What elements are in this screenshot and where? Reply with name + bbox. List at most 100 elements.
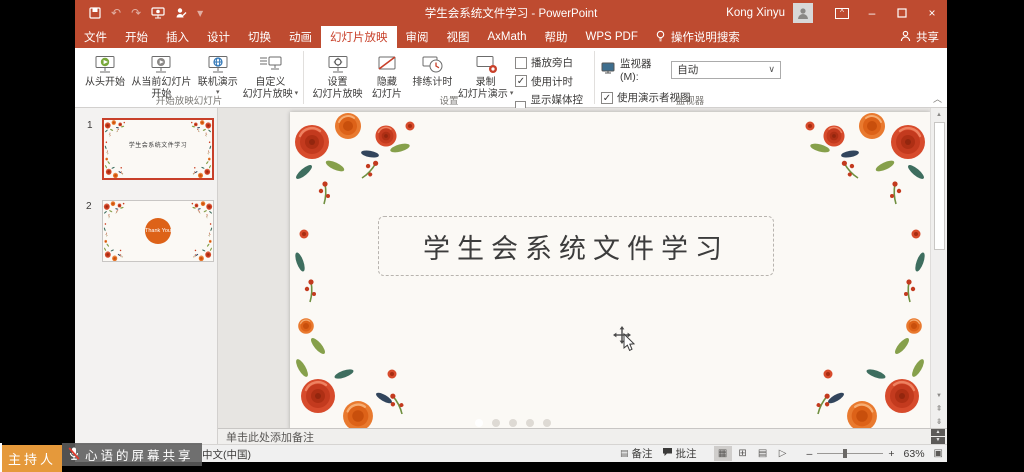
tell-me-search[interactable]: 操作说明搜索	[647, 26, 748, 48]
start-slideshow-icon[interactable]	[151, 7, 165, 19]
dot	[509, 419, 517, 427]
chevron-down-icon: ∨	[768, 64, 775, 75]
group-setup: 设置 幻灯片放映 隐藏 幻灯片 排练计时 录制	[304, 48, 594, 107]
title-bar: ↶ ↷ ▾ 学生会系统文件学习 - PowerPoint Kong Xinyu …	[75, 0, 947, 26]
group-monitors: 监视器(M): 自动 ∨ ✓ 使用演示者视图 监视器	[595, 48, 785, 107]
zoom-slider-thumb[interactable]	[843, 449, 847, 458]
zoom-level[interactable]: 63%	[904, 448, 925, 460]
slide-number: 1	[87, 120, 93, 131]
slide-editor[interactable]: 学生会系统文件学习	[290, 112, 930, 430]
notes-scroll-down-icon[interactable]: ▼	[931, 437, 945, 444]
notes-toggle[interactable]: ▤ 备注	[620, 446, 653, 461]
tab-review[interactable]: 审阅	[397, 26, 438, 48]
tab-view[interactable]: 视图	[438, 26, 479, 48]
present-online-button[interactable]: 联机演示 ▾	[194, 50, 242, 97]
dot-active	[475, 419, 483, 427]
slide-thumbnail-2[interactable]: 2 Thank You	[102, 200, 214, 262]
powerpoint-window: ↶ ↷ ▾ 学生会系统文件学习 - PowerPoint Kong Xinyu …	[75, 0, 947, 462]
account-name[interactable]: Kong Xinyu	[726, 7, 785, 19]
slide-thumbnail-panel: 1 学生会系统文件学习 2 Thank You	[75, 108, 218, 444]
tab-wps-pdf[interactable]: WPS PDF	[577, 26, 647, 48]
slide-number: 2	[86, 201, 92, 212]
redo-icon[interactable]: ↷	[131, 6, 141, 20]
previous-slide-button[interactable]: ⇞	[936, 402, 943, 415]
tab-file[interactable]: 文件	[75, 26, 116, 48]
comments-icon	[662, 447, 673, 460]
workspace: 1 学生会系统文件学习 2 Thank You 学生会系统文件学习	[75, 108, 947, 428]
scroll-up-icon[interactable]: ▲	[931, 108, 947, 122]
zoom-slider[interactable]	[817, 453, 883, 454]
scrollbar-thumb[interactable]	[934, 122, 945, 250]
tab-design[interactable]: 设计	[198, 26, 239, 48]
zoom-out-button[interactable]: –	[807, 448, 813, 460]
share-icon	[900, 30, 911, 45]
checkbox-unchecked-icon	[515, 57, 527, 69]
lightbulb-icon	[655, 30, 666, 45]
play-from-current-icon	[149, 53, 173, 77]
slide-title-textbox[interactable]: 学生会系统文件学习	[378, 216, 774, 276]
slideshow-view-button[interactable]: ▷	[774, 446, 792, 461]
slide1-floral-art	[104, 120, 212, 178]
ribbon-display-options-icon: ^	[835, 8, 849, 19]
tab-slideshow[interactable]: 幻灯片放映	[321, 26, 397, 48]
share-banner-text: 心语的屏幕共享	[85, 445, 194, 464]
checkbox-checked-icon: ✓	[515, 75, 527, 87]
quick-access-toolbar: ↶ ↷ ▾	[75, 6, 203, 20]
custom-slideshow-icon	[258, 53, 282, 77]
notes-scroll-up-icon[interactable]: ▲	[931, 429, 945, 436]
minimize-button[interactable]: –	[857, 0, 887, 26]
fit-slide-to-window-button[interactable]: ▣	[934, 448, 943, 459]
tab-axmath[interactable]: AxMath	[479, 26, 536, 48]
microphone-muted-icon	[67, 446, 81, 464]
slide1-thumbnail-title: 学生会系统文件学习	[123, 140, 192, 149]
zoom-in-button[interactable]: +	[888, 448, 894, 460]
host-badge: 主持人	[2, 445, 62, 472]
mouse-move-cursor	[612, 326, 642, 356]
undo-icon[interactable]: ↶	[111, 6, 121, 20]
qat-customize-icon[interactable]: ▾	[197, 6, 203, 20]
next-slide-button[interactable]: ⇟	[936, 415, 943, 428]
avatar[interactable]	[793, 3, 813, 23]
comments-toggle[interactable]: 批注	[662, 446, 697, 461]
normal-view-button[interactable]: ▦	[714, 446, 732, 461]
notes-icon: ▤	[620, 448, 629, 459]
slide-canvas: 学生会系统文件学习	[218, 108, 930, 428]
reading-view-button[interactable]: ▤	[754, 446, 772, 461]
setup-slideshow-icon	[326, 53, 350, 77]
close-button[interactable]: ×	[917, 0, 947, 26]
status-bar: 中文(中国) ▤ 备注 批注 ▦ ⊞ ▤ ▷ – +	[75, 444, 947, 462]
tab-home[interactable]: 开始	[116, 26, 157, 48]
ribbon-tab-row: 文件 开始 插入 设计 切换 动画 幻灯片放映 审阅 视图 AxMath 帮助 …	[75, 26, 947, 48]
monitor-select[interactable]: 自动 ∨	[671, 61, 781, 79]
rehearse-timings-button[interactable]: 排练计时	[409, 50, 456, 89]
screen-share-banner: 心语的屏幕共享	[62, 443, 202, 466]
group-label-monitors: 监视器	[595, 93, 785, 107]
save-icon[interactable]	[89, 7, 101, 19]
group-start-slideshow: 从头开始 从当前幻灯片 开始 联机演示 ▾ 自定义	[75, 48, 303, 107]
use-timings-checkbox[interactable]: ✓ 使用计时	[515, 74, 590, 89]
vertical-scrollbar[interactable]: ▲ ▼ ⇞ ⇟	[930, 108, 947, 428]
play-from-beginning-icon	[93, 53, 117, 77]
play-narrations-checkbox[interactable]: 播放旁白	[515, 55, 590, 70]
slide-thumbnail-1[interactable]: 1 学生会系统文件学习	[102, 118, 214, 180]
thank-you-circle: Thank You	[145, 218, 171, 244]
share-person-icon[interactable]	[175, 7, 187, 19]
tab-insert[interactable]: 插入	[157, 26, 198, 48]
tab-animations[interactable]: 动画	[280, 26, 321, 48]
dot	[526, 419, 534, 427]
scroll-down-icon[interactable]: ▼	[936, 389, 943, 402]
monitor-label: 监视器(M):	[620, 56, 666, 83]
zoom-control: – +	[807, 448, 895, 460]
from-beginning-button[interactable]: 从头开始	[81, 50, 129, 89]
collapse-ribbon-icon[interactable]: ︿	[933, 92, 942, 105]
rehearse-timings-icon	[421, 53, 443, 77]
share-button[interactable]: 共享	[900, 26, 939, 48]
slide-sorter-view-button[interactable]: ⊞	[734, 446, 752, 461]
ribbon: 从头开始 从当前幻灯片 开始 联机演示 ▾ 自定义	[75, 48, 947, 108]
language-indicator[interactable]: 中文(中国)	[202, 447, 251, 462]
tab-help[interactable]: 帮助	[536, 26, 577, 48]
ribbon-display-options-button[interactable]: ^	[827, 0, 857, 26]
notes-pane[interactable]: 单击此处添加备注	[218, 428, 947, 444]
maximize-button[interactable]	[887, 0, 917, 26]
tab-transitions[interactable]: 切换	[239, 26, 280, 48]
